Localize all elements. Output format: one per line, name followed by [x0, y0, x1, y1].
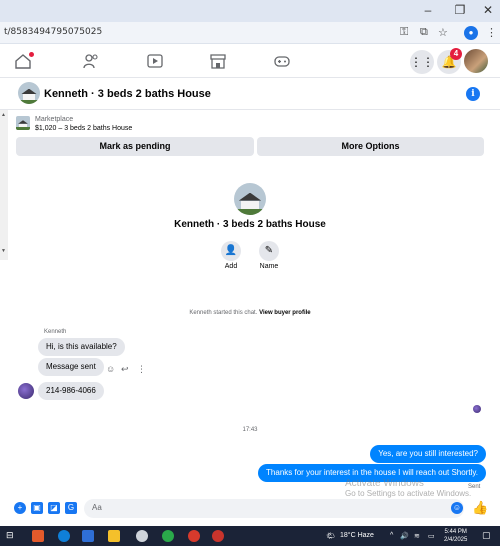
chrome-profile-icon[interactable]: [188, 530, 200, 542]
sent-status: Sent: [468, 484, 481, 490]
page-scrollbar[interactable]: ▲ ▼: [0, 110, 8, 260]
incoming-message[interactable]: 214-986-4066: [38, 382, 104, 400]
edge-browser-icon[interactable]: [58, 530, 70, 542]
more-actions-icon[interactable]: ⋮: [137, 364, 146, 375]
clock-date: 2/4/2025: [444, 537, 468, 543]
store-icon[interactable]: [82, 530, 94, 542]
browser-profile-icon[interactable]: ●: [464, 26, 478, 40]
house-listing-avatar[interactable]: [18, 82, 40, 104]
add-label: Add: [224, 263, 238, 270]
password-key-icon[interactable]: ⚿: [400, 26, 408, 39]
chrome-active-icon[interactable]: [212, 530, 224, 542]
incoming-message[interactable]: Message sent: [38, 358, 104, 376]
mark-as-pending-button[interactable]: Mark as pending: [16, 137, 254, 156]
message-timestamp: 17:43: [242, 427, 258, 433]
attach-photo-icon[interactable]: ▣: [31, 502, 43, 514]
address-bar[interactable]: t/8583494795075025 ⚿ ⧉ ☆ ● ⋮: [0, 22, 500, 44]
chat-title[interactable]: Kenneth · 3 beds 2 baths House: [44, 88, 211, 100]
menu-grid-icon[interactable]: ⋮⋮⋮: [410, 50, 446, 74]
edit-name-pencil-icon[interactable]: ✎: [259, 241, 279, 261]
notification-count-badge: 4: [450, 48, 462, 60]
volume-icon[interactable]: 🔊: [400, 532, 409, 540]
scroll-up-arrow-icon[interactable]: ▲: [1, 112, 6, 118]
weather-icon[interactable]: 🌤: [326, 532, 335, 540]
facebook-nav-bar: ⋮⋮⋮ 🔔 4: [0, 44, 500, 78]
notification-center-icon[interactable]: ▢: [482, 530, 491, 541]
tray-chevron-icon[interactable]: ^: [390, 532, 393, 539]
video-icon[interactable]: [146, 53, 164, 69]
add-person-icon[interactable]: 👤: [221, 241, 241, 261]
bookmark-star-icon[interactable]: ☆: [438, 26, 448, 39]
outgoing-message[interactable]: Yes, are you still interested?: [370, 445, 486, 463]
emoji-icon[interactable]: ☺: [451, 502, 463, 514]
clock-time: 5:44 PM: [444, 529, 467, 535]
send-to-device-icon[interactable]: ⧉: [420, 26, 428, 39]
marketplace-label: Marketplace: [35, 116, 74, 123]
profile-title: Kenneth · 3 beds 2 baths House: [174, 219, 326, 230]
app-icon[interactable]: [136, 530, 148, 542]
sender-avatar[interactable]: [18, 383, 34, 399]
restore-button[interactable]: ❐: [452, 3, 468, 17]
minimize-button[interactable]: –: [420, 3, 436, 17]
thumbs-up-like-icon[interactable]: 👍: [472, 500, 488, 516]
gaming-icon[interactable]: [273, 53, 291, 69]
listing-thumbnail[interactable]: [16, 116, 30, 130]
battery-icon[interactable]: ▭: [428, 532, 435, 540]
activate-windows-subtext: Go to Settings to activate Windows.: [345, 489, 472, 498]
incoming-message[interactable]: Hi, is this available?: [38, 338, 125, 356]
home-notification-dot: [29, 52, 34, 57]
view-buyer-profile-link[interactable]: View buyer profile: [259, 310, 311, 316]
account-avatar[interactable]: [464, 49, 488, 73]
url-text[interactable]: t/8583494795075025: [4, 27, 102, 37]
scroll-down-arrow-icon[interactable]: ▼: [1, 248, 6, 254]
friends-icon[interactable]: [82, 53, 100, 69]
react-emoji-icon[interactable]: ☺: [106, 364, 115, 374]
chat-header: Kenneth · 3 beds 2 baths House i: [0, 78, 500, 110]
task-view-icon[interactable]: ⊟: [6, 530, 14, 541]
name-label: Name: [259, 263, 279, 270]
system-clock[interactable]: 5:44 PM 2/4/2025: [444, 528, 467, 544]
chat-started-notice: Kenneth started this chat. View buyer pr…: [0, 310, 500, 316]
profile-house-avatar[interactable]: [234, 183, 266, 215]
listing-price[interactable]: $1,020 – 3 beds 2 baths House: [35, 125, 132, 132]
wifi-icon[interactable]: ≋: [414, 532, 420, 540]
windows-taskbar: ⊟ 🌤 18°C Haze ^ 🔊 ≋ ▭ 5:44 PM 2/4/2025 ▢: [0, 526, 500, 546]
reply-arrow-icon[interactable]: ↩: [121, 364, 129, 375]
browser-menu-icon[interactable]: ⋮: [486, 26, 497, 39]
sender-name: Kenneth: [44, 329, 67, 335]
weather-text[interactable]: 18°C Haze: [340, 532, 374, 539]
sticker-icon[interactable]: ◪: [48, 502, 60, 514]
more-actions-plus-icon[interactable]: +: [14, 502, 26, 514]
game-app-icon[interactable]: [32, 530, 44, 542]
window-title-bar: – ❐ ✕: [0, 0, 500, 22]
activate-windows-watermark: Activate Windows: [345, 478, 424, 489]
gif-icon[interactable]: G: [65, 502, 77, 514]
message-input[interactable]: Aa: [84, 499, 464, 518]
chrome-icon[interactable]: [162, 530, 174, 542]
close-button[interactable]: ✕: [480, 3, 496, 17]
seen-indicator-avatar: [473, 405, 481, 413]
message-input-placeholder: Aa: [92, 503, 102, 512]
chat-started-text: Kenneth started this chat.: [189, 310, 258, 316]
marketplace-icon[interactable]: [209, 53, 227, 69]
more-options-button[interactable]: More Options: [257, 137, 484, 156]
file-explorer-icon[interactable]: [108, 530, 120, 542]
info-icon[interactable]: i: [466, 87, 480, 101]
